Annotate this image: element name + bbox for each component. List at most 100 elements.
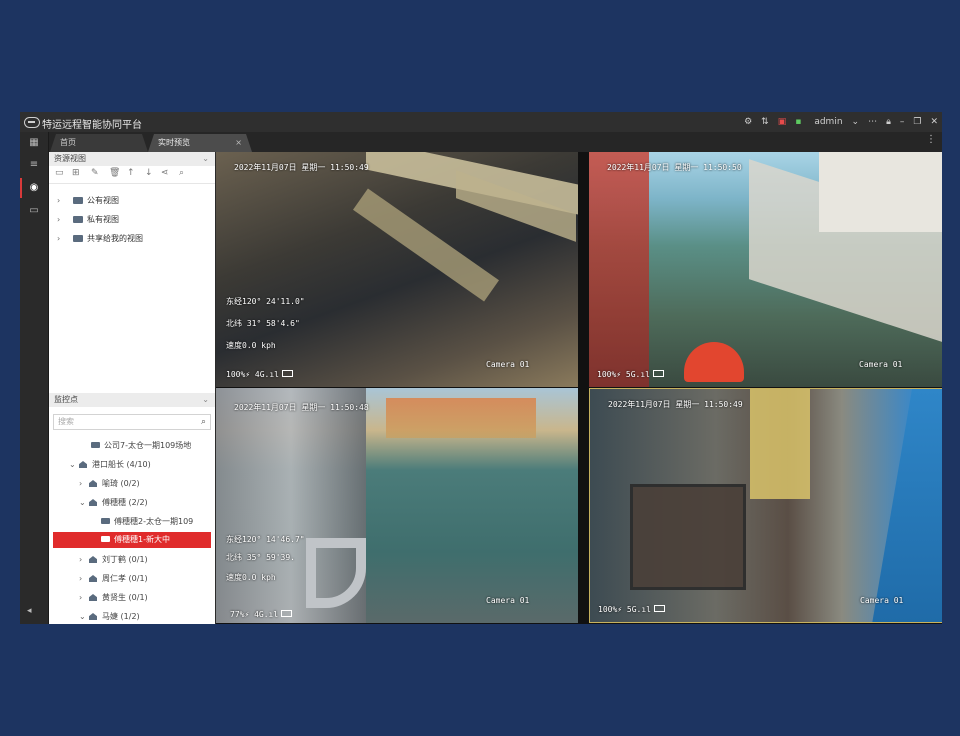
home-icon [89,480,97,487]
tree-item-selected[interactable]: 傅穗穗1-新大中 [53,532,211,548]
grid-icon[interactable]: ▦ [27,136,41,150]
chevron-right-icon[interactable]: › [79,572,89,586]
chevron-right-icon[interactable]: › [79,553,89,567]
tab-home[interactable]: 首页 [50,134,148,152]
folder-video-icon[interactable]: ▭ [27,204,41,218]
minimize-icon[interactable]: – [900,115,905,129]
more-icon[interactable]: ⋯ [868,115,877,129]
share-icon[interactable]: ⋖ [161,168,169,178]
video-cell-2[interactable]: 2022年11月07日 星期一 11:50:50 100%⚡ 5G.ıl Cam… [589,152,942,387]
video-timestamp: 2022年11月07日 星期一 11:50:50 [607,163,742,172]
video-speed: 速度0.0 kph [226,341,276,350]
video-frame-content [872,389,942,622]
tree-item-label: 黄贤生 [102,593,126,602]
camera-label: Camera 01 [486,360,530,369]
tree-item-group[interactable]: ⌄ 港口船长 (4/10) [69,458,151,472]
chevron-down-icon[interactable]: ⌄ [79,610,89,624]
video-frame-content [386,398,536,438]
video-signal: 100%⚡ 5G.ıl [598,605,665,614]
speaker-icon[interactable]: ◂ [27,606,32,616]
screen-icon[interactable]: ▪ [795,115,801,129]
battery-icon [652,370,664,377]
delete-icon[interactable]: 🗑︎ [109,168,120,178]
search-icon[interactable]: ⌕ [179,168,184,178]
tree-item-label: 周仁孝 [102,574,126,583]
chevron-down-icon[interactable]: ⌄ [79,496,89,510]
video-signal: 77%⚡ 4G.ıl [230,610,293,619]
tab-close-icon[interactable]: × [235,134,242,152]
camera-icon [101,518,110,524]
tab-live-preview[interactable]: 实时预览 × [148,134,252,152]
resource-panel: 资源视图 ⌄ ▭ ⊞ ✎ 🗑︎ ↑ ↓ ⋖ ⌕ › 公有视图 › 私有视图 › 共享给… [49,152,215,624]
tree-item-label: 公司7-太仓一期109场地 [104,441,192,450]
more-vertical-icon[interactable]: ⋮ [926,134,936,145]
battery-icon [281,610,293,617]
folder-icon [73,197,83,204]
chevron-right-icon[interactable]: › [57,213,67,227]
close-icon[interactable]: ✕ [930,115,938,129]
move-up-icon[interactable]: ↑ [127,168,135,178]
resource-view-header[interactable]: 资源视图 ⌄ [49,152,215,166]
tree-item-camera[interactable]: 公司7-太仓一期109场地 [91,439,191,453]
chevron-down-icon[interactable]: ⌄ [852,115,860,129]
tree-item-count: (2/2) [128,498,148,507]
chevron-right-icon[interactable]: › [79,591,89,605]
video-frame-content [819,152,942,232]
lock-icon[interactable]: 🔒︎ [886,115,891,129]
signal-text: 100%⚡ 4G.ıl [226,370,279,379]
folder-icon [73,216,83,223]
video-cell-4[interactable]: 2022年11月07日 星期一 11:50:49 100%⚡ 5G.ıl Cam… [589,388,942,623]
video-cell-3[interactable]: 2022年11月07日 星期一 11:50:48 东经120° 14'46.7"… [216,388,578,623]
video-longitude: 东经120° 14'46.7" [226,535,305,544]
tree-item-label: 港口船长 [92,460,124,469]
edit-icon[interactable]: ✎ [91,168,99,178]
list-icon[interactable]: ≡ [27,158,41,172]
chevron-right-icon[interactable]: › [57,194,67,208]
chevron-down-icon[interactable]: ⌄ [69,458,79,472]
chevron-down-icon[interactable]: ⌄ [202,152,209,166]
home-icon [79,461,87,468]
signal-text: 100%⚡ 5G.ıl [597,370,650,379]
user-name[interactable]: admin [814,115,842,129]
home-icon [89,499,97,506]
view-shared[interactable]: › 共享给我的视图 [57,232,143,246]
view-private[interactable]: › 私有视图 [57,213,119,227]
tree-item-count: (4/10) [126,460,151,469]
home-icon [89,575,97,582]
chevron-right-icon[interactable]: › [57,232,67,246]
tree-item-group[interactable]: › 刘丁鹤 (0/1) [79,553,148,567]
search-input[interactable]: 搜索 ⌕ [53,414,211,430]
move-down-icon[interactable]: ↓ [145,168,153,178]
tree-item-label: 傅穗穗1-新大中 [114,535,170,544]
add-folder-icon[interactable]: ▭ [55,168,64,178]
search-icon[interactable]: ⌕ [201,415,206,429]
video-speed: 速度0.0 kph [226,573,276,582]
tree-item-group[interactable]: ⌄ 傅穗穗 (2/2) [79,496,148,510]
video-frame-content [684,342,744,382]
monitor-point-title: 监控点 [54,395,78,404]
camera-icon[interactable]: ◉ [20,178,41,198]
tree-item-label: 喻琦 [102,479,118,488]
view-public[interactable]: › 公有视图 [57,194,119,208]
tree-item-group[interactable]: › 黄贤生 (0/1) [79,591,148,605]
chevron-right-icon[interactable]: › [79,477,89,491]
tree-item-camera[interactable]: 傅穗穗1-新大中 [101,533,170,547]
tree-item-camera[interactable]: 傅穗穗2-太仓一期109 [101,515,193,529]
restore-icon[interactable]: ❐ [913,115,921,129]
tree-item-group[interactable]: › 喻琦 (0/2) [79,477,140,491]
video-frame-content [630,484,746,590]
camera-label: Camera 01 [859,360,903,369]
tree-item-group[interactable]: › 周仁孝 (0/1) [79,572,148,586]
monitor-point-header[interactable]: 监控点 ⌄ [49,393,215,407]
record-icon[interactable]: ▣ [778,115,787,129]
view-label: 共享给我的视图 [87,234,143,243]
tree-item-count: (0/1) [128,574,148,583]
tree-item-group[interactable]: ⌄ 马婕 (1/2) [79,610,140,624]
gear-icon[interactable]: ⚙ [744,115,752,129]
app-logo-icon [24,117,40,128]
video-cell-1[interactable]: 2022年11月07日 星期一 11:50:49 东经120° 24'11.0"… [216,152,578,387]
sort-icon[interactable]: ⇅ [761,115,769,129]
chevron-down-icon[interactable]: ⌄ [202,393,209,407]
view-label: 私有视图 [87,215,119,224]
add-view-icon[interactable]: ⊞ [72,168,80,178]
